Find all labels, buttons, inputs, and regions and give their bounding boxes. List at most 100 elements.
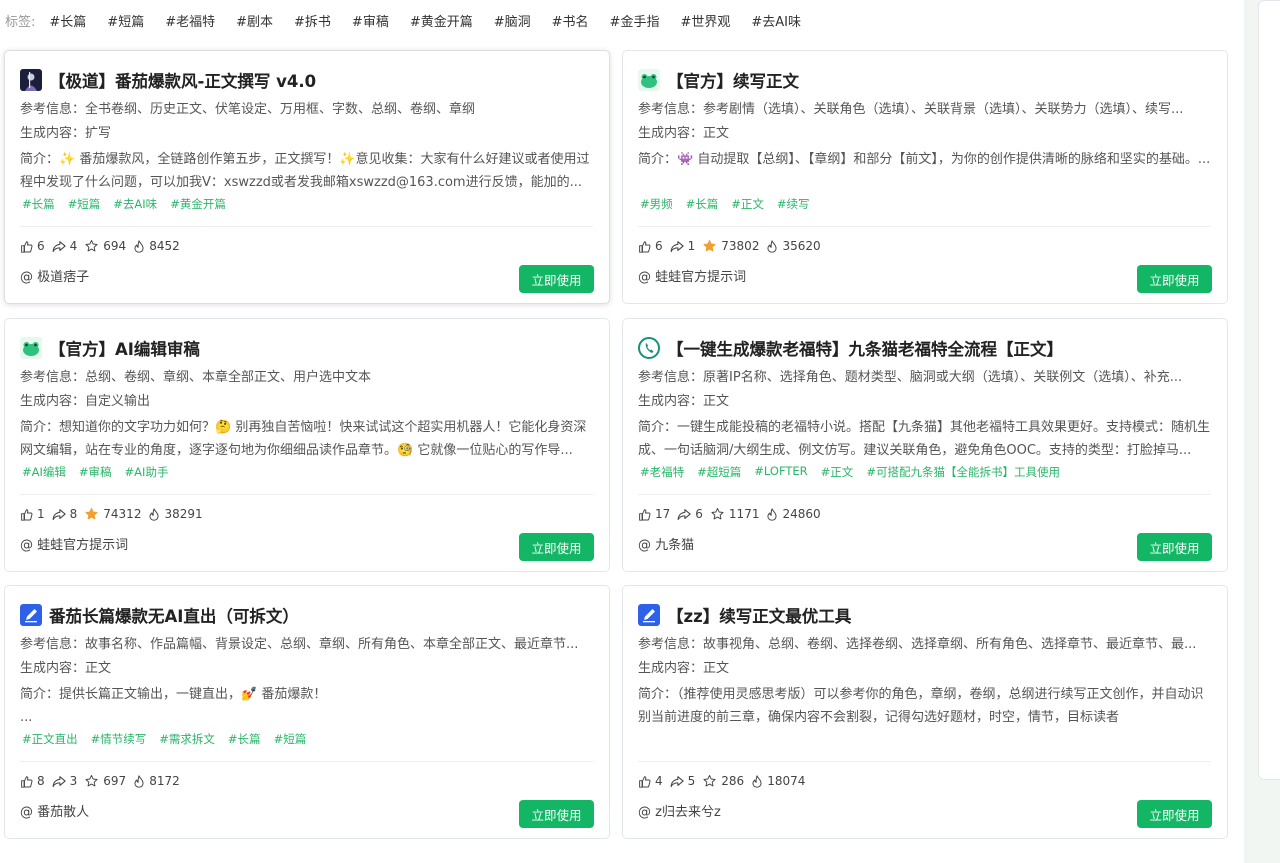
card-tag[interactable]: #审稿 xyxy=(79,464,112,482)
card-tag[interactable]: #超短篇 xyxy=(697,464,741,482)
share-stat[interactable]: 3 xyxy=(52,774,77,788)
card-title-text[interactable]: 【官方】AI编辑审稿 xyxy=(49,336,200,360)
prompt-card[interactable]: 【一键生成爆款老福特】九条猫老福特全流程【正文】参考信息：原著IP名称、选择角色… xyxy=(622,318,1228,572)
prompt-card[interactable]: 【官方】续写正文 参考信息：参考剧情（选填）、关联角色（选填）、关联背景（选填）、… xyxy=(622,50,1228,304)
card-tag[interactable]: #正文直出 xyxy=(22,731,78,749)
card-tag[interactable]: #LOFTER xyxy=(754,464,807,482)
usage-stat[interactable]: 35620 xyxy=(766,239,821,253)
prompt-card[interactable]: 【极道】番茄爆款风-正文撰写 v4.0 参考信息：全书卷纲、历史正文、伏笔设定、万… xyxy=(4,50,610,304)
card-title[interactable]: 番茄长篇爆款无AI直出（可拆文） xyxy=(20,603,595,627)
share-stat[interactable]: 1 xyxy=(670,239,695,253)
card-title-text[interactable]: 【一键生成爆款老福特】九条猫老福特全流程【正文】 xyxy=(667,336,1063,360)
use-now-button[interactable]: 立即使用 xyxy=(1137,265,1212,293)
card-tag[interactable]: #男频 xyxy=(640,196,673,214)
usage-stat[interactable]: 8452 xyxy=(133,239,180,253)
card-tag[interactable]: #去AI味 xyxy=(113,196,157,214)
usage-stat[interactable]: 24860 xyxy=(766,507,821,521)
card-tag[interactable]: #AI编辑 xyxy=(22,464,66,482)
tag-filter-item[interactable]: #短篇 xyxy=(107,11,144,30)
star-stat[interactable]: 1171 xyxy=(710,507,759,521)
prompt-card[interactable]: 番茄长篇爆款无AI直出（可拆文） 参考信息：故事名称、作品篇幅、背景设定、总纲、章… xyxy=(4,585,610,839)
usage-stat[interactable]: 38291 xyxy=(148,507,203,521)
tag-filter-item[interactable]: #黄金开篇 xyxy=(410,11,473,30)
share-stat[interactable]: 5 xyxy=(670,774,695,788)
share-stat[interactable]: 6 xyxy=(677,507,703,521)
star-stat[interactable]: 694 xyxy=(84,239,126,253)
tag-filter-item[interactable]: #长篇 xyxy=(49,11,86,30)
star-stat-count: 697 xyxy=(103,774,127,788)
like-stat[interactable]: 6 xyxy=(638,239,663,253)
card-title[interactable]: 【一键生成爆款老福特】九条猫老福特全流程【正文】 xyxy=(638,336,1213,360)
tag-filter-item[interactable]: #拆书 xyxy=(294,11,331,30)
tag-filter-item[interactable]: #金手指 xyxy=(610,11,660,30)
card-tag[interactable]: #短篇 xyxy=(274,731,307,749)
card-author[interactable]: @ z归去来兮z xyxy=(638,804,721,822)
card-intro: 简介：想知道你的文字功力如何？🤔 别再独自苦恼啦！快来试试这个超实用机器人！它能… xyxy=(20,416,593,462)
star-stat[interactable]: 286 xyxy=(702,774,744,788)
prompt-card[interactable]: 【zz】续写正文最优工具 参考信息：故事视角、总纲、卷纲、选择卷纲、选择章纲、所有… xyxy=(622,585,1228,839)
star-stat[interactable]: 74312 xyxy=(84,507,141,521)
card-title-text[interactable]: 【zz】续写正文最优工具 xyxy=(667,603,851,627)
tag-filter-item[interactable]: #去AI味 xyxy=(751,11,801,30)
card-author[interactable]: @ 番茄散人 xyxy=(20,804,89,822)
card-author[interactable]: @ 蛙蛙官方提示词 xyxy=(638,269,746,287)
card-tag[interactable]: #AI助手 xyxy=(125,464,169,482)
card-tag[interactable]: #长篇 xyxy=(22,196,55,214)
card-tag[interactable]: #情节续写 xyxy=(91,731,147,749)
usage-stat[interactable]: 8172 xyxy=(133,774,180,788)
tag-filter-item[interactable]: #脑洞 xyxy=(494,11,531,30)
tag-filter-item[interactable]: #老福特 xyxy=(165,11,215,30)
share-stat[interactable]: 8 xyxy=(52,507,77,521)
card-intro: 简介：👾 自动提取【总纲】、【章纲】和部分【前文】，为你的创作提供清晰的脉络和坚… xyxy=(638,148,1211,194)
prompt-card[interactable]: 【官方】AI编辑审稿参考信息：总纲、卷纲、章纲、本章全部正文、用户选中文本 生成内… xyxy=(4,318,610,572)
thumbs-up-icon xyxy=(20,508,37,521)
card-tag[interactable]: #续写 xyxy=(777,196,810,214)
use-now-button[interactable]: 立即使用 xyxy=(519,533,594,561)
card-stats: 4 5 286 18074 xyxy=(638,772,812,790)
like-stat[interactable]: 6 xyxy=(20,239,45,253)
reference-info: 参考信息：原著IP名称、选择角色、题材类型、脑洞或大纲（选填）、关联例文（选填）… xyxy=(638,369,1211,387)
card-title[interactable]: 【官方】续写正文 xyxy=(638,68,1213,92)
card-tag[interactable]: #正文 xyxy=(821,464,854,482)
reference-info: 参考信息：总纲、卷纲、章纲、本章全部正文、用户选中文本 xyxy=(20,369,593,387)
card-tag[interactable]: #黄金开篇 xyxy=(170,196,226,214)
card-author[interactable]: @ 九条猫 xyxy=(638,537,694,555)
share-icon xyxy=(52,508,70,521)
card-author[interactable]: @ 极道痞子 xyxy=(20,269,89,287)
usage-stat-count: 8452 xyxy=(149,239,180,253)
use-now-button[interactable]: 立即使用 xyxy=(1137,800,1212,828)
card-title-text[interactable]: 【极道】番茄爆款风-正文撰写 v4.0 xyxy=(49,68,316,92)
card-tag[interactable]: #长篇 xyxy=(686,196,719,214)
card-tag[interactable]: #正文 xyxy=(731,196,764,214)
card-tags: #AI编辑 #审稿 #AI助手 xyxy=(22,464,181,482)
card-title[interactable]: 【官方】AI编辑审稿 xyxy=(20,336,595,360)
use-now-button[interactable]: 立即使用 xyxy=(1137,533,1212,561)
like-stat[interactable]: 8 xyxy=(20,774,45,788)
like-stat[interactable]: 4 xyxy=(638,774,663,788)
card-title[interactable]: 【zz】续写正文最优工具 xyxy=(638,603,1213,627)
tag-filter-item[interactable]: #审稿 xyxy=(352,11,389,30)
star-stat[interactable]: 73802 xyxy=(702,239,759,253)
tag-filter-item[interactable]: #世界观 xyxy=(680,11,730,30)
card-title-text[interactable]: 番茄长篇爆款无AI直出（可拆文） xyxy=(49,603,299,627)
share-stat[interactable]: 4 xyxy=(52,239,77,253)
card-tag[interactable]: #需求拆文 xyxy=(159,731,215,749)
use-now-button[interactable]: 立即使用 xyxy=(519,800,594,828)
card-author[interactable]: @ 蛙蛙官方提示词 xyxy=(20,537,128,555)
use-now-button[interactable]: 立即使用 xyxy=(519,265,594,293)
star-stat[interactable]: 697 xyxy=(84,774,126,788)
tag-filter-item[interactable]: #剧本 xyxy=(236,11,273,30)
like-stat[interactable]: 17 xyxy=(638,507,670,521)
card-tag[interactable]: #短篇 xyxy=(68,196,101,214)
card-tag[interactable]: #可搭配九条猫【全能拆书】工具使用 xyxy=(866,464,1060,482)
card-title-text[interactable]: 【官方】续写正文 xyxy=(667,68,799,92)
card-tag[interactable]: #长篇 xyxy=(228,731,261,749)
generated-content-label: 生成内容： xyxy=(20,394,86,409)
card-tag[interactable]: #老福特 xyxy=(640,464,684,482)
usage-stat[interactable]: 18074 xyxy=(751,774,805,788)
like-stat[interactable]: 1 xyxy=(20,507,45,521)
tag-filter-item[interactable]: #书名 xyxy=(552,11,589,30)
card-stats: 8 3 697 8172 xyxy=(20,772,187,790)
card-title[interactable]: 【极道】番茄爆款风-正文撰写 v4.0 xyxy=(20,68,595,92)
reference-info-value: 总纲、卷纲、章纲、本章全部正文、用户选中文本 xyxy=(85,370,372,385)
